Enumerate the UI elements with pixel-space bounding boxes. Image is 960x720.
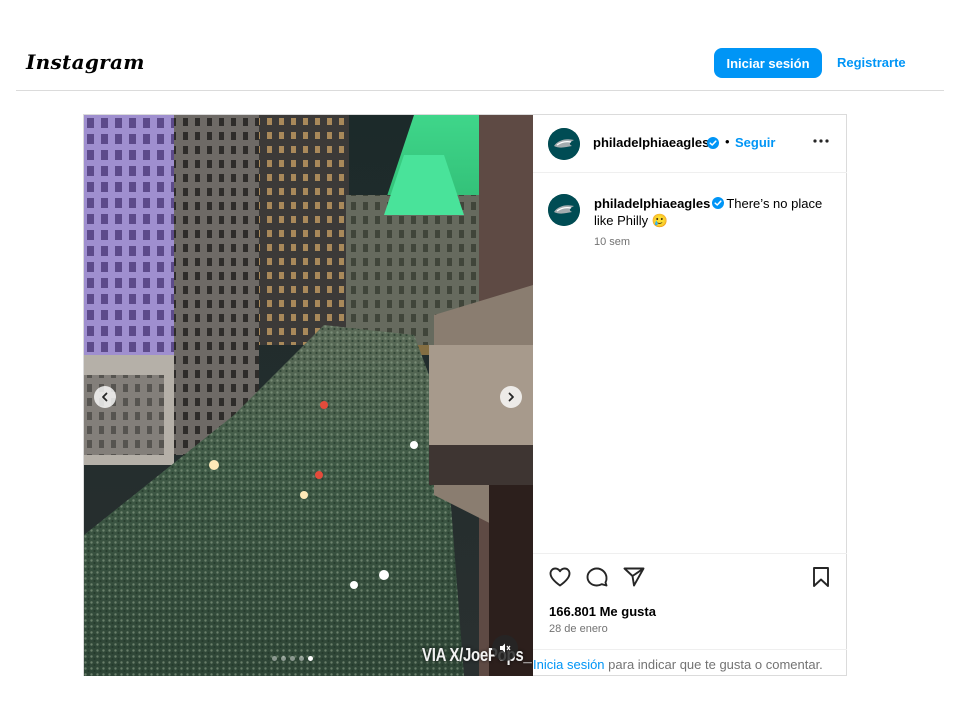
eagles-logo-icon [548, 128, 580, 160]
post-date[interactable]: 28 de enero [549, 623, 608, 635]
heart-icon [549, 567, 571, 587]
follow-button[interactable]: Seguir [735, 135, 775, 150]
share-icon [623, 567, 645, 587]
post-time-ago[interactable]: 10 sem [594, 236, 630, 248]
comment-icon [586, 567, 608, 587]
post-card: VIA X/JoePops_ philadelphiaeagles • Segu… [83, 114, 847, 676]
mute-icon [500, 643, 511, 653]
carousel-indicator [272, 656, 313, 661]
carousel-dot [290, 656, 295, 661]
separator-dot: • [725, 134, 730, 149]
caption-username[interactable]: philadelphiaeagles [594, 196, 710, 211]
post-caption: philadelphiaeagles There’s no place like … [533, 173, 847, 257]
carousel-dot [272, 656, 277, 661]
share-button[interactable] [621, 564, 647, 590]
eagles-logo-icon [548, 194, 580, 226]
comment-button[interactable] [584, 564, 610, 590]
carousel-dot [281, 656, 286, 661]
bookmark-icon [813, 567, 829, 587]
signup-link[interactable]: Registrarte [837, 55, 906, 70]
carousel-prev-button[interactable] [94, 386, 116, 408]
caption-text: philadelphiaeagles There’s no place like … [594, 195, 834, 229]
carousel-dot [299, 656, 304, 661]
avatar[interactable] [548, 194, 580, 226]
likes-count[interactable]: 166.801 Me gusta [549, 604, 656, 619]
verified-icon [707, 137, 719, 149]
like-button[interactable] [547, 564, 573, 590]
instagram-logo[interactable]: Instagram [26, 50, 145, 74]
avatar[interactable] [548, 128, 580, 160]
post-video[interactable]: VIA X/JoePops_ [84, 115, 533, 676]
save-button[interactable] [808, 564, 834, 590]
more-options-button[interactable] [811, 131, 831, 151]
login-prompt: Inicia sesión para indicar que te gusta … [533, 649, 847, 676]
mute-button[interactable] [492, 635, 518, 661]
crowd-street-scene [84, 115, 533, 676]
chevron-left-icon [102, 392, 108, 402]
verified-icon [712, 197, 725, 209]
carousel-dot-active [308, 656, 313, 661]
more-icon [813, 139, 829, 143]
post-header: philadelphiaeagles • Seguir [533, 115, 847, 173]
top-navigation-bar: Instagram Iniciar sesión Registrarte [16, 30, 944, 91]
login-button[interactable]: Iniciar sesión [714, 48, 822, 78]
login-prompt-text: para indicar que te gusta o comentar. [604, 657, 823, 672]
post-author-username[interactable]: philadelphiaeagles [593, 135, 709, 150]
carousel-next-button[interactable] [500, 386, 522, 408]
post-side-panel: philadelphiaeagles • Seguir philadelphia… [533, 115, 847, 676]
post-actions: 166.801 Me gusta 28 de enero [533, 553, 847, 649]
login-prompt-link[interactable]: Inicia sesión [533, 657, 605, 672]
chevron-right-icon [508, 392, 514, 402]
